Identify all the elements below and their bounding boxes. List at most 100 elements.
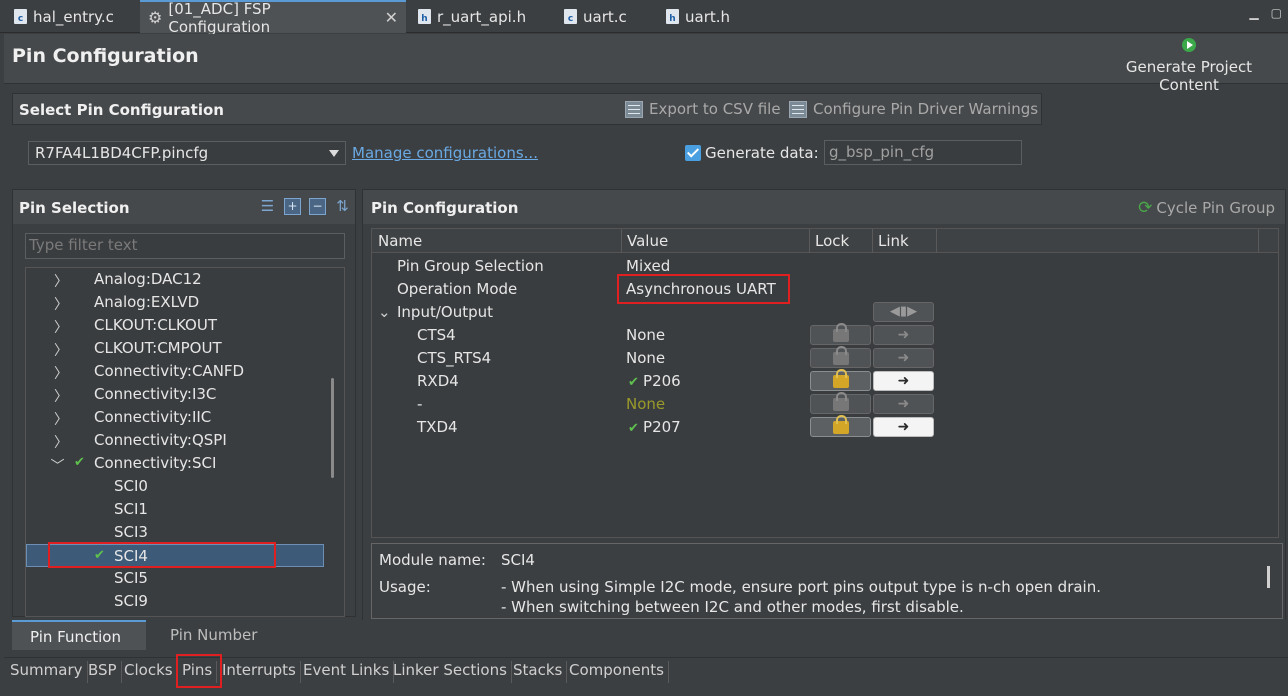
tree-item[interactable]: SCI5 <box>26 567 324 590</box>
tab-interrupts[interactable]: Interrupts <box>218 661 301 683</box>
tree-item[interactable]: 〉 Connectivity:I3C <box>26 383 324 406</box>
link-nav-buttons[interactable]: ◀▮▶ <box>873 302 934 322</box>
list-icon[interactable]: ☰ <box>259 198 276 215</box>
row-value[interactable]: None <box>626 349 665 367</box>
configure-warnings-button[interactable]: Configure Pin Driver Warnings <box>789 100 1038 118</box>
cycle-icon: ⟳ <box>1138 198 1153 218</box>
lock-button[interactable] <box>810 368 871 391</box>
tab-uart-c[interactable]: c uart.c <box>556 0 635 33</box>
tree-item-label: Connectivity:SCI <box>94 454 217 472</box>
row-name: - <box>417 395 423 413</box>
manage-configurations-link[interactable]: Manage configurations... <box>352 144 538 162</box>
tree-item[interactable]: 〉 CLKOUT:CMPOUT <box>26 337 324 360</box>
cycle-pin-group-button[interactable]: ⟳ Cycle Pin Group <box>1138 198 1275 218</box>
chevron-right-icon[interactable]: 〉 <box>54 432 68 452</box>
row-value[interactable]: ✔ P206 <box>628 372 681 390</box>
tab-r-uart-api[interactable]: h r_uart_api.h <box>410 0 534 33</box>
table-row[interactable]: CTS4 None ➜ <box>372 322 1278 347</box>
lock-button[interactable] <box>810 414 871 437</box>
filter-input[interactable]: Type filter text <box>25 233 345 259</box>
tab-hal-entry[interactable]: c hal_entry.c <box>6 0 122 33</box>
table-row[interactable]: CTS_RTS4 None ➜ <box>372 345 1278 370</box>
usage-line: - When using Simple I2C mode, ensure por… <box>501 578 1101 596</box>
details-scrollbar[interactable] <box>1267 566 1270 588</box>
link-button[interactable]: ➜ <box>873 417 934 437</box>
tree-item[interactable]: 〉 CLKOUT:CLKOUT <box>26 314 324 337</box>
sort-icon[interactable]: ⇅ <box>334 198 351 215</box>
chevron-right-icon[interactable]: 〉 <box>54 271 68 291</box>
tab-uart-h[interactable]: h uart.h <box>658 0 738 33</box>
check-icon: ✔ <box>628 375 644 390</box>
tree-item[interactable]: SCI3 <box>26 521 324 544</box>
table-row[interactable]: - None ➜ <box>372 391 1278 416</box>
table-row[interactable]: Operation Mode Asynchronous UART <box>372 278 1278 301</box>
expand-all-icon[interactable]: + <box>284 198 301 215</box>
h-file-icon: h <box>418 9 431 24</box>
close-icon[interactable]: ✕ <box>385 8 398 27</box>
tab-linker-sections[interactable]: Linker Sections <box>389 661 512 683</box>
export-csv-button[interactable]: Export to CSV file <box>625 100 781 118</box>
tab-fsp-configuration[interactable]: ⚙ [01_ADC] FSP Configuration ✕ <box>140 0 406 36</box>
tab-label: hal_entry.c <box>33 7 114 26</box>
link-button[interactable]: ➜ <box>873 394 934 414</box>
link-button[interactable]: ➜ <box>873 348 934 368</box>
tree-item[interactable]: SCI0 <box>26 475 324 498</box>
minimize-icon[interactable]: ▁ <box>1249 6 1258 20</box>
chevron-down-icon[interactable]: 〉 <box>47 458 67 472</box>
spreadsheet-icon <box>625 100 643 118</box>
chevron-right-icon[interactable]: 〉 <box>54 363 68 383</box>
chevron-right-icon[interactable]: 〉 <box>54 294 68 314</box>
chevron-right-icon[interactable]: 〉 <box>54 340 68 360</box>
generate-data-field[interactable]: g_bsp_pin_cfg <box>824 140 1022 165</box>
tab-clocks[interactable]: Clocks <box>120 661 178 683</box>
tree-item[interactable]: 〉 Connectivity:QSPI <box>26 429 324 452</box>
tab-summary[interactable]: Summary <box>6 661 88 683</box>
lock-button[interactable] <box>810 322 871 345</box>
column-name[interactable]: Name <box>378 232 422 250</box>
tree-scrollbar[interactable] <box>331 378 334 478</box>
tab-stacks[interactable]: Stacks <box>509 661 568 683</box>
lock-button[interactable] <box>810 391 871 414</box>
tree-item-label: CLKOUT:CLKOUT <box>94 316 217 334</box>
chevron-right-icon[interactable]: 〉 <box>54 409 68 429</box>
tree-item[interactable]: SCI1 <box>26 498 324 521</box>
tab-components[interactable]: Components <box>565 661 669 683</box>
chevron-right-icon[interactable]: 〉 <box>54 317 68 337</box>
lock-button[interactable] <box>810 345 871 368</box>
table-row[interactable]: RXD4 ✔ P206 ➜ <box>372 368 1278 393</box>
tree-item[interactable]: 〉 Connectivity:IIC <box>26 406 324 429</box>
row-value[interactable]: Mixed <box>626 257 670 275</box>
tree-item[interactable]: 〉 Connectivity:CANFD <box>26 360 324 383</box>
generate-project-content-button[interactable]: Generate Project Content <box>1094 38 1284 94</box>
tab-pin-function[interactable]: Pin Function <box>12 620 146 650</box>
row-value[interactable]: None <box>626 395 665 413</box>
chevron-right-icon[interactable]: 〉 <box>54 386 68 406</box>
link-button[interactable]: ➜ <box>873 325 934 345</box>
module-name-value: SCI4 <box>501 551 535 569</box>
row-value[interactable]: ✔ P207 <box>628 418 681 436</box>
tab-event-links[interactable]: Event Links <box>299 661 395 683</box>
tree-item[interactable]: 〉 Analog:EXLVD <box>26 291 324 314</box>
column-value[interactable]: Value <box>627 232 668 250</box>
maximize-icon[interactable]: ▢ <box>1271 6 1282 20</box>
table-row[interactable]: Pin Group Selection Mixed <box>372 255 1278 278</box>
page-header: Pin Configuration Generate Project Conte… <box>4 34 1288 94</box>
chevron-down-icon[interactable]: ⌄ <box>378 303 391 321</box>
column-link[interactable]: Link <box>878 232 909 250</box>
generate-data-checkbox[interactable] <box>685 145 701 161</box>
column-lock[interactable]: Lock <box>815 232 849 250</box>
tab-pin-number[interactable]: Pin Number <box>152 620 275 650</box>
tree-item[interactable]: SCI9 <box>26 590 324 613</box>
row-value[interactable]: None <box>626 326 665 344</box>
table-row[interactable]: TXD4 ✔ P207 ➜ <box>372 414 1278 439</box>
tree-item-label: Analog:EXLVD <box>94 293 200 311</box>
tab-bsp[interactable]: BSP <box>84 661 122 683</box>
table-row[interactable]: ⌄ Input/Output ◀▮▶ <box>372 301 1278 324</box>
tree-item-sci[interactable]: 〉 ✔ Connectivity:SCI <box>26 452 324 475</box>
collapse-all-icon[interactable]: − <box>309 198 326 215</box>
link-button[interactable]: ➜ <box>873 371 934 391</box>
tab-label: r_uart_api.h <box>437 7 527 26</box>
tree-item[interactable]: 〉 Analog:DAC12 <box>26 268 324 291</box>
usage-line: - When switching between I2C and other m… <box>501 598 964 616</box>
pin-config-select[interactable]: R7FA4L1BD4CFP.pincfg <box>28 141 346 165</box>
